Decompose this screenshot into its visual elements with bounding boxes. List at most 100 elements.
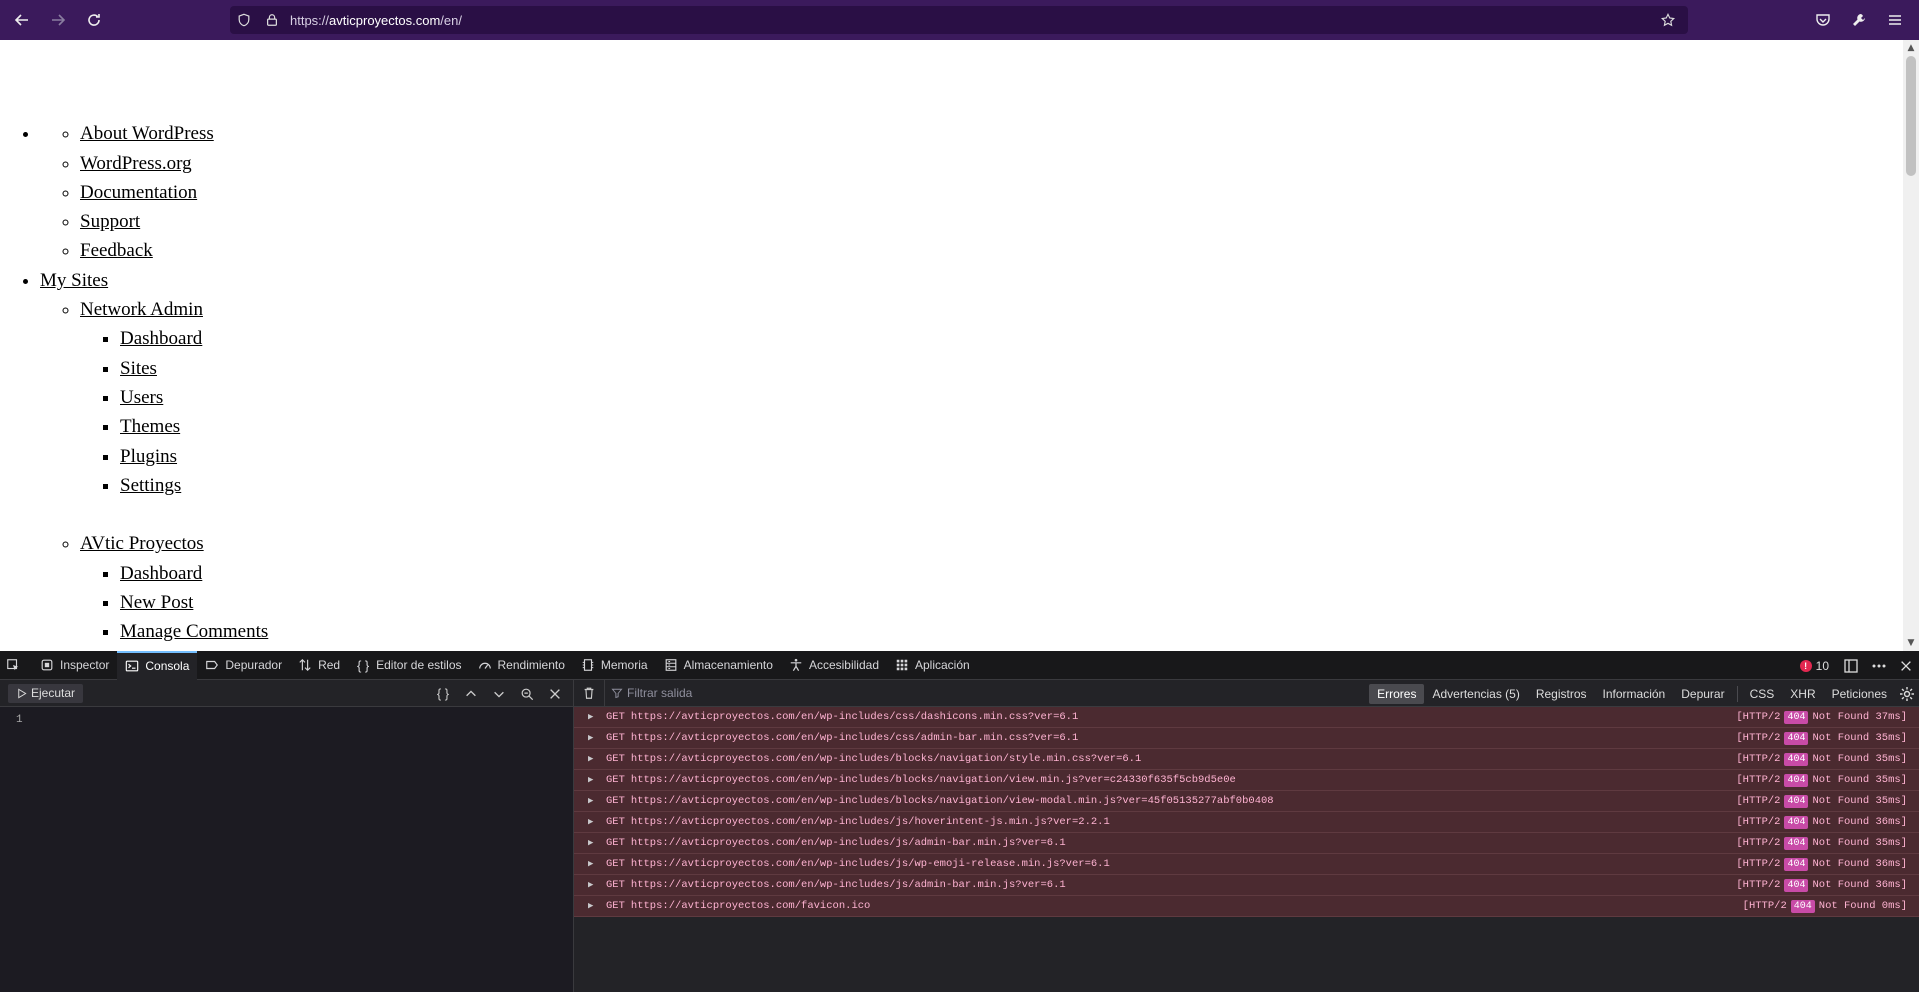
filter-xhr[interactable]: XHR bbox=[1782, 684, 1823, 704]
filter-debug[interactable]: Depurar bbox=[1673, 684, 1732, 704]
dock-options-button[interactable] bbox=[1837, 658, 1865, 674]
console-message-row[interactable]: ▶ GET https://avticproyectos.com/en/wp-inc… bbox=[574, 875, 1919, 896]
tab-memory[interactable]: Memoria bbox=[573, 651, 656, 680]
link-network-users[interactable]: Users bbox=[120, 387, 163, 408]
menu-button[interactable] bbox=[1877, 0, 1913, 40]
close-editor-button[interactable] bbox=[541, 680, 569, 707]
tools-button[interactable] bbox=[1841, 0, 1877, 40]
request-url[interactable]: https://avticproyectos.com/en/wp-include… bbox=[631, 816, 1110, 828]
console-message-row[interactable]: ▶ GET https://avticproyectos.com/en/wp-inc… bbox=[574, 728, 1919, 749]
link-network-dashboard[interactable]: Dashboard bbox=[120, 328, 202, 349]
scrollbar-thumb[interactable] bbox=[1906, 56, 1916, 176]
lock-icon[interactable] bbox=[258, 6, 286, 34]
tab-storage[interactable]: Almacenamiento bbox=[656, 651, 781, 680]
link-network-plugins[interactable]: Plugins bbox=[120, 446, 177, 467]
link-support[interactable]: Support bbox=[80, 211, 140, 232]
tab-application[interactable]: Aplicación bbox=[887, 651, 978, 680]
link-about-wordpress[interactable]: About WordPress bbox=[80, 123, 214, 144]
expand-triangle-icon[interactable]: ▶ bbox=[588, 712, 598, 722]
filter-info[interactable]: Información bbox=[1595, 684, 1674, 704]
filter-warnings[interactable]: Advertencias (5) bbox=[1424, 684, 1527, 704]
page-scrollbar[interactable]: ▲ ▼ bbox=[1903, 40, 1919, 651]
list-item: Dashboard bbox=[120, 324, 268, 353]
request-url[interactable]: https://avticproyectos.com/en/wp-include… bbox=[631, 774, 1236, 786]
expand-triangle-icon[interactable]: ▶ bbox=[588, 880, 598, 890]
console-message-row[interactable]: ▶ GET https://avticproyectos.com/en/wp-inc… bbox=[574, 707, 1919, 728]
link-documentation[interactable]: Documentation bbox=[80, 182, 197, 203]
link-my-sites[interactable]: My Sites bbox=[40, 270, 108, 291]
more-options-button[interactable] bbox=[1865, 658, 1893, 674]
link-site-dashboard[interactable]: Dashboard bbox=[120, 563, 202, 584]
expand-triangle-icon[interactable]: ▶ bbox=[588, 775, 598, 785]
tab-accessibility[interactable]: Accesibilidad bbox=[781, 651, 887, 680]
tab-style-editor[interactable]: { } Editor de estilos bbox=[348, 651, 469, 680]
filter-errors[interactable]: Errores bbox=[1369, 683, 1425, 704]
console-message-row[interactable]: ▶ GET https://avticproyectos.com/favicon.i… bbox=[574, 896, 1919, 917]
expand-triangle-icon[interactable]: ▶ bbox=[588, 901, 598, 911]
filter-logs[interactable]: Registros bbox=[1528, 684, 1595, 704]
error-count-badge[interactable]: ! 10 bbox=[1792, 659, 1837, 673]
scroll-up-arrow-icon[interactable]: ▲ bbox=[1906, 43, 1916, 53]
history-next-button[interactable] bbox=[485, 680, 513, 707]
pretty-print-button[interactable]: { } bbox=[429, 680, 457, 707]
reload-button[interactable] bbox=[76, 0, 112, 40]
pocket-button[interactable] bbox=[1805, 0, 1841, 40]
expand-triangle-icon[interactable]: ▶ bbox=[588, 754, 598, 764]
reverse-search-button[interactable] bbox=[513, 680, 541, 707]
request-url[interactable]: https://avticproyectos.com/en/wp-include… bbox=[631, 837, 1066, 849]
url-bar[interactable]: https://avticproyectos.com/en/ bbox=[230, 6, 1688, 34]
expand-triangle-icon[interactable]: ▶ bbox=[588, 838, 598, 848]
url-text[interactable]: https://avticproyectos.com/en/ bbox=[290, 13, 462, 28]
link-avtic-proyectos[interactable]: AVtic Proyectos bbox=[80, 533, 204, 554]
tab-performance[interactable]: Rendimiento bbox=[470, 651, 573, 680]
bookmark-star-icon[interactable] bbox=[1654, 6, 1682, 34]
link-manage-comments[interactable]: Manage Comments bbox=[120, 621, 268, 642]
filter-css[interactable]: CSS bbox=[1742, 684, 1783, 704]
request-url[interactable]: https://avticproyectos.com/en/wp-include… bbox=[631, 732, 1078, 744]
link-network-sites[interactable]: Sites bbox=[120, 358, 157, 379]
clear-console-button[interactable] bbox=[574, 686, 604, 700]
expand-triangle-icon[interactable]: ▶ bbox=[588, 796, 598, 806]
back-button[interactable] bbox=[4, 0, 40, 40]
status-code-badge: 404 bbox=[1784, 710, 1809, 724]
console-message-row[interactable]: ▶ GET https://avticproyectos.com/en/wp-inc… bbox=[574, 749, 1919, 770]
request-url[interactable]: https://avticproyectos.com/en/wp-include… bbox=[631, 753, 1141, 765]
filter-input[interactable] bbox=[627, 686, 927, 700]
link-network-settings[interactable]: Settings bbox=[120, 475, 181, 496]
expand-triangle-icon[interactable]: ▶ bbox=[588, 859, 598, 869]
console-message-row[interactable]: ▶ GET https://avticproyectos.com/en/wp-inc… bbox=[574, 770, 1919, 791]
http-protocol: [HTTP/2 bbox=[1736, 858, 1781, 870]
request-url[interactable]: https://avticproyectos.com/en/wp-include… bbox=[631, 858, 1110, 870]
link-network-themes[interactable]: Themes bbox=[120, 416, 180, 437]
http-protocol: [HTTP/2 bbox=[1736, 774, 1781, 786]
console-message-row[interactable]: ▶ GET https://avticproyectos.com/en/wp-inc… bbox=[574, 833, 1919, 854]
expand-triangle-icon[interactable]: ▶ bbox=[588, 733, 598, 743]
tracking-protection-shield-icon[interactable] bbox=[230, 6, 258, 34]
tab-label: Memoria bbox=[600, 658, 648, 672]
console-message-row[interactable]: ▶ GET https://avticproyectos.com/en/wp-inc… bbox=[574, 791, 1919, 812]
filter-requests[interactable]: Peticiones bbox=[1824, 684, 1895, 704]
close-devtools-button[interactable] bbox=[1893, 659, 1919, 673]
link-wordpress-org[interactable]: WordPress.org bbox=[80, 153, 192, 174]
tab-network[interactable]: Red bbox=[290, 651, 348, 680]
history-previous-button[interactable] bbox=[457, 680, 485, 707]
wrench-icon bbox=[1853, 14, 1865, 26]
element-picker-button[interactable] bbox=[0, 651, 32, 680]
request-url[interactable]: https://avticproyectos.com/favicon.ico bbox=[631, 900, 870, 912]
console-message-row[interactable]: ▶ GET https://avticproyectos.com/en/wp-inc… bbox=[574, 812, 1919, 833]
run-button[interactable]: Ejecutar bbox=[8, 683, 84, 703]
request-url[interactable]: https://avticproyectos.com/en/wp-include… bbox=[631, 711, 1078, 723]
link-feedback[interactable]: Feedback bbox=[80, 240, 153, 261]
console-message-row[interactable]: ▶ GET https://avticproyectos.com/en/wp-inc… bbox=[574, 854, 1919, 875]
expand-triangle-icon[interactable]: ▶ bbox=[588, 817, 598, 827]
tab-debugger[interactable]: Depurador bbox=[197, 651, 290, 680]
forward-button[interactable] bbox=[40, 0, 76, 40]
request-url[interactable]: https://avticproyectos.com/en/wp-include… bbox=[631, 879, 1066, 891]
link-new-post[interactable]: New Post bbox=[120, 592, 193, 613]
scroll-down-arrow-icon[interactable]: ▼ bbox=[1906, 638, 1916, 648]
tab-console[interactable]: Consola bbox=[117, 650, 198, 680]
tab-inspector[interactable]: Inspector bbox=[32, 651, 117, 680]
request-url[interactable]: https://avticproyectos.com/en/wp-include… bbox=[631, 795, 1274, 807]
link-network-admin[interactable]: Network Admin bbox=[80, 299, 203, 320]
console-settings-button[interactable] bbox=[1895, 686, 1919, 702]
